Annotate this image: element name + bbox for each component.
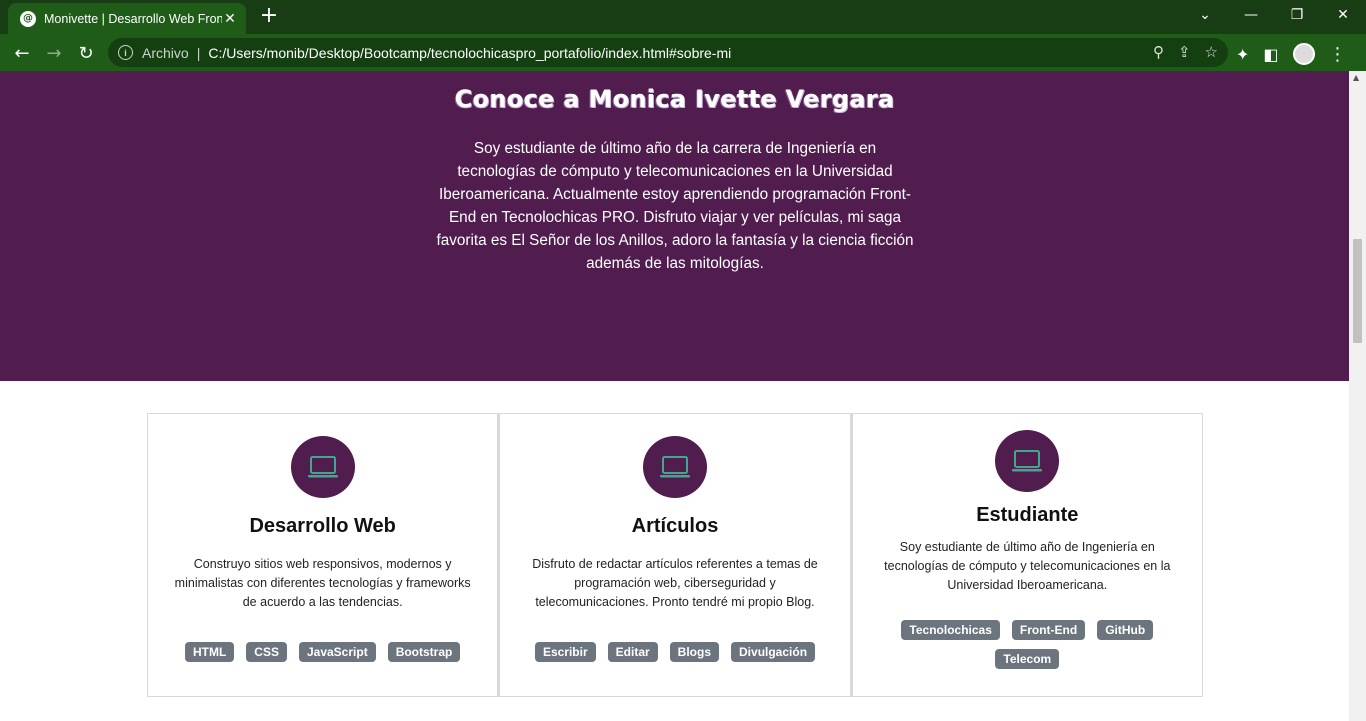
card-text: Soy estudiante de último año de Ingenier… — [884, 540, 1171, 592]
address-bar[interactable]: i Archivo | C:/Users/monib/Desktop/Bootc… — [108, 38, 1228, 67]
card-text: Construyo sitios web responsivos, modern… — [174, 557, 471, 609]
laptop-icon — [642, 436, 707, 498]
badge: HTML — [184, 642, 235, 662]
badge: Blogs — [669, 642, 720, 662]
card-title: Estudiante — [976, 504, 1079, 526]
profile-avatar[interactable] — [1292, 43, 1315, 65]
skills-cards: Desarrollo Web Construyo sitios web resp… — [147, 413, 1203, 697]
url-text[interactable]: C:/Users/monib/Desktop/Bootcamp/tecnoloc… — [208, 45, 731, 61]
card-title: Desarrollo Web — [249, 515, 396, 537]
share-icon[interactable]: ⇪ — [1178, 43, 1191, 61]
zoom-icon[interactable]: ⚲ — [1153, 43, 1164, 61]
info-icon[interactable]: i — [118, 45, 133, 60]
page-viewport: Conoce a Monica Ivette Vergara Soy estud… — [0, 71, 1349, 721]
badge-list: Escribir Editar Blogs Divulgación — [520, 642, 829, 662]
badge: Telecom — [995, 649, 1060, 669]
scroll-up-arrow-icon[interactable]: ▲ — [1353, 73, 1359, 82]
laptop-icon — [290, 436, 355, 498]
back-button[interactable]: ← — [8, 39, 36, 67]
badge: Tecnolochicas — [901, 620, 1000, 640]
badge: CSS — [246, 642, 287, 662]
badge: Front-End — [1011, 620, 1086, 640]
browser-tab-strip: @ Monivette | Desarrollo Web Front ✕ + ⌄… — [0, 0, 1366, 34]
card-estudiante: Estudiante Soy estudiante de último año … — [850, 413, 1203, 697]
browser-tab[interactable]: @ Monivette | Desarrollo Web Front ✕ — [8, 3, 246, 34]
badge-list: HTML CSS JavaScript Bootstrap — [168, 642, 477, 662]
badge: Divulgación — [731, 642, 816, 662]
badge: GitHub — [1097, 620, 1154, 640]
about-text: Soy estudiante de último año de la carre… — [436, 140, 914, 272]
scroll-thumb[interactable] — [1353, 239, 1362, 343]
extension-area: ✦ ◧ ⋮ — [1236, 43, 1347, 65]
tab-search-icon[interactable]: ⌄ — [1182, 0, 1228, 30]
laptop-icon — [995, 430, 1060, 492]
reload-button[interactable]: ↻ — [72, 39, 100, 67]
star-icon[interactable]: ☆ — [1205, 43, 1218, 61]
badge: JavaScript — [298, 642, 376, 662]
restore-button[interactable]: ❐ — [1274, 0, 1320, 30]
page-scrollbar[interactable]: ▲ — [1349, 71, 1366, 721]
card-text: Disfruto de redactar artículos referente… — [532, 557, 818, 609]
tab-title: Monivette | Desarrollo Web Front — [44, 11, 222, 26]
scheme-label: Archivo — [142, 44, 189, 61]
site-favicon-icon: @ — [20, 10, 36, 27]
extensions-icon[interactable]: ✦ — [1236, 45, 1249, 64]
new-tab-button[interactable]: + — [256, 5, 282, 29]
close-window-button[interactable]: ✕ — [1320, 0, 1366, 30]
minimize-button[interactable]: — — [1228, 0, 1274, 30]
tab-close-icon[interactable]: ✕ — [222, 11, 238, 27]
forward-button[interactable]: → — [40, 39, 68, 67]
badge-list: Tecnolochicas Front-End GitHub Telecom — [893, 620, 1162, 669]
about-section: Conoce a Monica Ivette Vergara Soy estud… — [0, 71, 1349, 381]
address-separator: | — [196, 44, 201, 61]
sidepanel-icon[interactable]: ◧ — [1263, 45, 1278, 64]
badge: Bootstrap — [387, 642, 461, 662]
card-desarrollo-web: Desarrollo Web Construyo sitios web resp… — [147, 413, 499, 697]
badge: Editar — [607, 642, 658, 662]
menu-icon[interactable]: ⋮ — [1329, 44, 1347, 65]
badge: Escribir — [534, 642, 596, 662]
card-articulos: Artículos Disfruto de redactar artículos… — [498, 413, 851, 697]
card-title: Artículos — [631, 515, 719, 537]
omnibox-actions: ⚲ ⇪ ☆ — [1153, 43, 1218, 61]
about-title: Conoce a Monica Ivette Vergara — [454, 85, 895, 113]
browser-toolbar: ← → ↻ i Archivo | C:/Users/monib/Desktop… — [0, 34, 1366, 71]
